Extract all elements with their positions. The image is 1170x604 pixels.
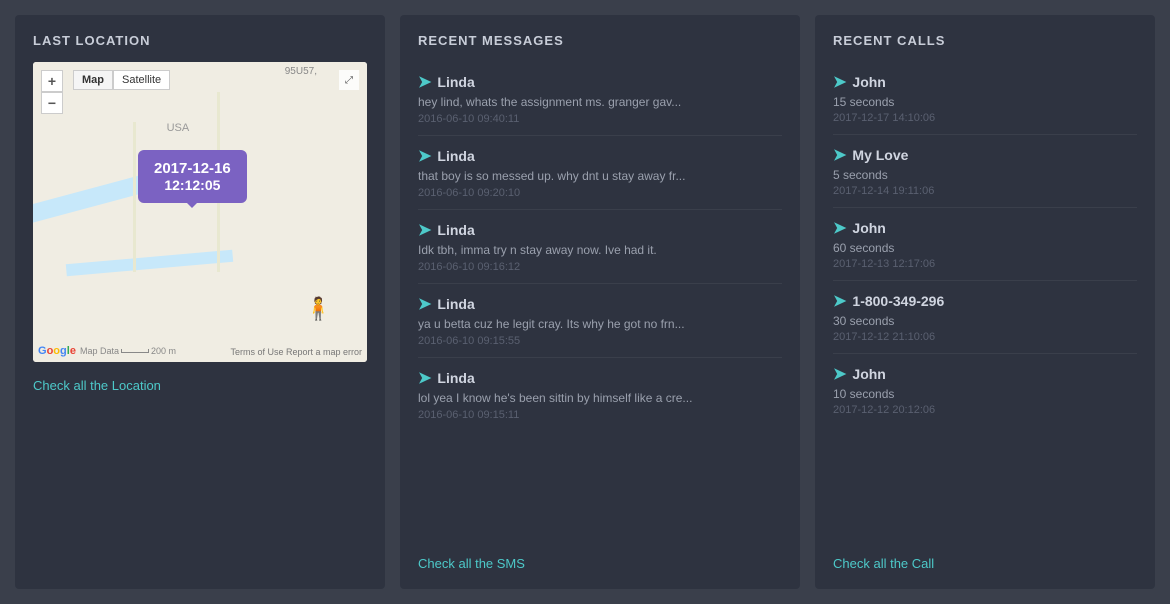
check-location-link[interactable]: Check all the Location	[33, 378, 367, 393]
messages-panel: RECENT MESSAGES ➤ Linda hey lind, whats …	[400, 15, 800, 589]
message-item: ➤ Linda hey lind, whats the assignment m…	[418, 62, 782, 136]
calls-panel: RECENT CALLS ➤ John 15 seconds 2017-12-1…	[815, 15, 1155, 589]
message-timestamp: 2016-06-10 09:16:12	[418, 261, 782, 273]
map-type-controls: Map Satellite	[73, 70, 170, 90]
send-icon: ➤	[418, 146, 431, 166]
map-zoom-out[interactable]: −	[41, 92, 63, 114]
message-sender: ➤ Linda	[418, 294, 782, 314]
call-timestamp: 2017-12-12 21:10:06	[833, 331, 1137, 343]
call-name: ➤ John	[833, 218, 1137, 238]
check-sms-link[interactable]: Check all the SMS	[418, 544, 782, 571]
message-text: Idk tbh, imma try n stay away now. Ive h…	[418, 243, 782, 257]
call-name: ➤ My Love	[833, 145, 1137, 165]
message-sender: ➤ Linda	[418, 72, 782, 92]
call-duration: 30 seconds	[833, 314, 1137, 328]
message-timestamp: 2016-06-10 09:15:55	[418, 335, 782, 347]
call-icon: ➤	[833, 72, 846, 92]
caller-name: My Love	[852, 147, 908, 163]
calls-panel-title: RECENT CALLS	[833, 33, 1137, 48]
message-sender: ➤ Linda	[418, 220, 782, 240]
map-expand-button[interactable]: ⤢	[339, 70, 359, 90]
send-icon: ➤	[418, 72, 431, 92]
call-item: ➤ John 10 seconds 2017-12-12 20:12:06	[833, 354, 1137, 426]
map-road-2	[66, 250, 233, 277]
caller-name: John	[852, 220, 885, 236]
call-duration: 15 seconds	[833, 95, 1137, 109]
map-road-3	[133, 122, 136, 272]
call-name: ➤ John	[833, 72, 1137, 92]
message-sender: ➤ Linda	[418, 368, 782, 388]
call-icon: ➤	[833, 364, 846, 384]
sender-name: Linda	[437, 148, 474, 164]
message-item: ➤ Linda Idk tbh, imma try n stay away no…	[418, 210, 782, 284]
map-scale: Map Data 200 m	[80, 346, 176, 356]
map-pin-popup: 2017-12-16 12:12:05	[138, 150, 247, 203]
map-popup-time: 12:12:05	[154, 177, 231, 193]
message-item: ➤ Linda lol yea I know he's been sittin …	[418, 358, 782, 431]
sender-name: Linda	[437, 222, 474, 238]
scale-value: 200 m	[151, 346, 176, 356]
send-icon: ➤	[418, 220, 431, 240]
call-icon: ➤	[833, 145, 846, 165]
call-name: ➤ John	[833, 364, 1137, 384]
dashboard: LAST LOCATION 95U57, USA + − Map Satel	[15, 15, 1155, 589]
call-timestamp: 2017-12-17 14:10:06	[833, 112, 1137, 124]
call-duration: 10 seconds	[833, 387, 1137, 401]
map-zoom-controls: + −	[41, 70, 63, 114]
message-text: hey lind, whats the assignment ms. grang…	[418, 95, 782, 109]
message-text: ya u betta cuz he legit cray. Its why he…	[418, 317, 782, 331]
google-logo: Google	[38, 345, 76, 357]
location-panel: LAST LOCATION 95U57, USA + − Map Satel	[15, 15, 385, 589]
caller-name: John	[852, 74, 885, 90]
message-text: that boy is so messed up. why dnt u stay…	[418, 169, 782, 183]
map-type-map[interactable]: Map	[73, 70, 113, 90]
map-footer-right: Terms of Use Report a map error	[230, 347, 362, 357]
message-text: lol yea I know he's been sittin by himse…	[418, 391, 782, 405]
check-call-link[interactable]: Check all the Call	[833, 544, 1137, 571]
message-sender: ➤ Linda	[418, 146, 782, 166]
call-timestamp: 2017-12-13 12:17:06	[833, 258, 1137, 270]
call-duration: 60 seconds	[833, 241, 1137, 255]
map-container: 95U57, USA + − Map Satellite ⤢ 2017-12-1…	[33, 62, 367, 362]
map-human-marker: 🧍	[305, 296, 332, 322]
message-timestamp: 2016-06-10 09:40:11	[418, 113, 782, 125]
location-panel-title: LAST LOCATION	[33, 33, 367, 48]
call-timestamp: 2017-12-14 19:11:06	[833, 185, 1137, 197]
message-timestamp: 2016-06-10 09:20:10	[418, 187, 782, 199]
map-popup-date: 2017-12-16	[154, 160, 231, 177]
map-background: 95U57, USA + − Map Satellite ⤢ 2017-12-1…	[33, 62, 367, 362]
message-item: ➤ Linda that boy is so messed up. why dn…	[418, 136, 782, 210]
sender-name: Linda	[437, 296, 474, 312]
call-item: ➤ John 15 seconds 2017-12-17 14:10:06	[833, 62, 1137, 135]
call-name: ➤ 1-800-349-296	[833, 291, 1137, 311]
messages-panel-title: RECENT MESSAGES	[418, 33, 782, 48]
sender-name: Linda	[437, 74, 474, 90]
sender-name: Linda	[437, 370, 474, 386]
map-data-label: Map Data	[80, 346, 119, 356]
call-icon: ➤	[833, 218, 846, 238]
map-zoom-in[interactable]: +	[41, 70, 63, 92]
call-timestamp: 2017-12-12 20:12:06	[833, 404, 1137, 416]
caller-name: 1-800-349-296	[852, 293, 944, 309]
messages-list: ➤ Linda hey lind, whats the assignment m…	[418, 62, 782, 431]
map-region-label: USA	[167, 122, 190, 134]
message-timestamp: 2016-06-10 09:15:11	[418, 409, 782, 421]
call-icon: ➤	[833, 291, 846, 311]
call-duration: 5 seconds	[833, 168, 1137, 182]
send-icon: ➤	[418, 368, 431, 388]
call-item: ➤ John 60 seconds 2017-12-13 12:17:06	[833, 208, 1137, 281]
send-icon: ➤	[418, 294, 431, 314]
calls-list: ➤ John 15 seconds 2017-12-17 14:10:06 ➤ …	[833, 62, 1137, 426]
map-top-label: 95U57,	[285, 66, 317, 77]
message-item: ➤ Linda ya u betta cuz he legit cray. It…	[418, 284, 782, 358]
caller-name: John	[852, 366, 885, 382]
call-item: ➤ 1-800-349-296 30 seconds 2017-12-12 21…	[833, 281, 1137, 354]
map-footer: Google Map Data 200 m	[38, 345, 176, 357]
map-type-satellite[interactable]: Satellite	[113, 70, 170, 90]
scale-bar	[121, 349, 149, 353]
call-item: ➤ My Love 5 seconds 2017-12-14 19:11:06	[833, 135, 1137, 208]
